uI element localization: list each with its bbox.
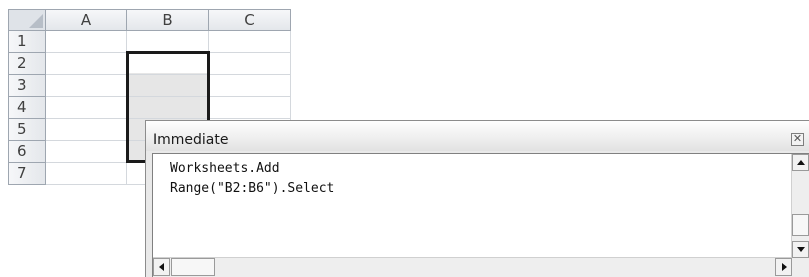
scroll-left-button[interactable] — [153, 258, 170, 276]
cell-a6[interactable] — [46, 141, 127, 163]
size-grip — [792, 258, 809, 277]
cell-c4[interactable] — [209, 97, 291, 119]
arrow-left-icon — [159, 263, 164, 271]
row-header-5[interactable]: 5 — [8, 119, 46, 141]
cell-a2[interactable] — [46, 53, 127, 75]
cell-b1[interactable] — [127, 31, 209, 53]
code-line: Range("B2:B6").Select — [170, 181, 335, 196]
window-title: Immediate — [153, 132, 229, 148]
cell-a5[interactable] — [46, 119, 127, 141]
vertical-scrollbar[interactable] — [791, 154, 809, 258]
vertical-scroll-thumb[interactable] — [792, 214, 809, 236]
scroll-up-button[interactable] — [792, 154, 809, 171]
close-icon[interactable]: ✕ — [791, 133, 804, 146]
cell-c3[interactable] — [209, 75, 291, 97]
code-line: Worksheets.Add — [170, 161, 280, 176]
column-header-c[interactable]: C — [209, 9, 291, 31]
column-header-a[interactable]: A — [46, 9, 127, 31]
row-header-6[interactable]: 6 — [8, 141, 46, 163]
immediate-code-area[interactable]: Worksheets.Add Range("B2:B6").Select — [152, 153, 809, 277]
cell-a3[interactable] — [46, 75, 127, 97]
scroll-down-button[interactable] — [792, 241, 809, 258]
row-header-3[interactable]: 3 — [8, 75, 46, 97]
arrow-up-icon — [797, 160, 805, 165]
row-header-7[interactable]: 7 — [8, 163, 46, 185]
cell-c2[interactable] — [209, 53, 291, 75]
cell-a4[interactable] — [46, 97, 127, 119]
row-header-4[interactable]: 4 — [8, 97, 46, 119]
immediate-window: Immediate ✕ Worksheets.Add Range("B2:B6"… — [145, 120, 809, 277]
cell-a7[interactable] — [46, 163, 127, 185]
column-header-b[interactable]: B — [127, 9, 209, 31]
row-header-1[interactable]: 1 — [8, 31, 46, 53]
scroll-right-button[interactable] — [775, 258, 792, 276]
arrow-down-icon — [797, 247, 805, 252]
cell-c1[interactable] — [209, 31, 291, 53]
immediate-window-titlebar[interactable]: Immediate ✕ — [146, 121, 809, 151]
row-header-2[interactable]: 2 — [8, 53, 46, 75]
horizontal-scroll-thumb[interactable] — [171, 258, 215, 276]
arrow-right-icon — [782, 263, 787, 271]
select-all-corner[interactable] — [8, 9, 46, 31]
cell-a1[interactable] — [46, 31, 127, 53]
horizontal-scrollbar[interactable] — [153, 257, 792, 277]
